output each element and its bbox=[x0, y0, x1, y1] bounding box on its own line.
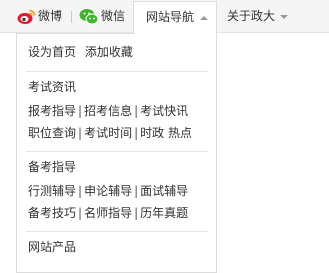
link-exam-guide[interactable]: 报考指导 bbox=[28, 104, 76, 118]
wechat-icon bbox=[79, 9, 99, 25]
add-favorite-link[interactable]: 添加收藏 bbox=[85, 45, 133, 59]
top-nav-bar: 微博 微信 网站导航 关于政大 bbox=[0, 0, 329, 34]
weibo-label: 微博 bbox=[38, 9, 63, 23]
link-exam-time[interactable]: 考试时间 bbox=[84, 126, 132, 140]
link-position-search[interactable]: 职位查询 bbox=[28, 126, 76, 140]
link-interview-tutoring[interactable]: 面试辅导 bbox=[140, 184, 188, 198]
site-nav-label: 网站导航 bbox=[146, 10, 195, 24]
divider bbox=[26, 151, 208, 152]
link-past-papers[interactable]: 历年真题 bbox=[140, 206, 188, 220]
prep-guide-row: 备考技巧 | 名师指导 | 历年真题 bbox=[28, 206, 189, 220]
site-nav-tab[interactable]: 网站导航 bbox=[133, 1, 217, 34]
link-essay-tutoring[interactable]: 申论辅导 bbox=[84, 184, 132, 198]
link-teacher-guide[interactable]: 名师指导 bbox=[84, 206, 132, 220]
about-menu[interactable]: 关于政大 bbox=[227, 0, 291, 33]
weibo-link[interactable]: 微博 bbox=[17, 0, 72, 33]
link-current-affairs[interactable]: 时政 热点 bbox=[140, 126, 192, 140]
divider bbox=[26, 71, 208, 72]
link-exam-flash[interactable]: 考试快讯 bbox=[140, 104, 188, 118]
section-title-exam-news: 考试资讯 bbox=[28, 80, 77, 94]
link-aptitude-tutoring[interactable]: 行测辅导 bbox=[28, 184, 76, 198]
quick-links: 设为首页 添加收藏 bbox=[28, 44, 133, 60]
site-nav-dropdown: 设为首页 添加收藏 考试资讯 报考指导 | 招考信息 | 考试快讯 职位查询 | 考试时间 |… bbox=[16, 33, 217, 273]
chevron-down-icon bbox=[280, 15, 288, 19]
section-title-products: 网站产品 bbox=[28, 240, 77, 254]
set-homepage-link[interactable]: 设为首页 bbox=[28, 45, 76, 59]
nav-separator bbox=[71, 11, 72, 23]
divider bbox=[26, 231, 208, 232]
exam-news-row: 报考指导 | 招考信息 | 考试快讯 bbox=[28, 104, 189, 118]
link-recruit-info[interactable]: 招考信息 bbox=[84, 104, 132, 118]
weibo-icon bbox=[17, 9, 36, 24]
prep-guide-row: 行测辅导 | 申论辅导 | 面试辅导 bbox=[28, 184, 189, 198]
link-prep-tips[interactable]: 备考技巧 bbox=[28, 206, 76, 220]
about-label: 关于政大 bbox=[227, 9, 276, 23]
wechat-link[interactable]: 微信 bbox=[79, 0, 131, 33]
section-title-prep-guide: 备考指导 bbox=[28, 160, 77, 174]
exam-news-row: 职位查询 | 考试时间 | 时政 热点 bbox=[28, 126, 192, 140]
chevron-up-icon bbox=[200, 16, 208, 20]
wechat-label: 微信 bbox=[101, 9, 126, 23]
